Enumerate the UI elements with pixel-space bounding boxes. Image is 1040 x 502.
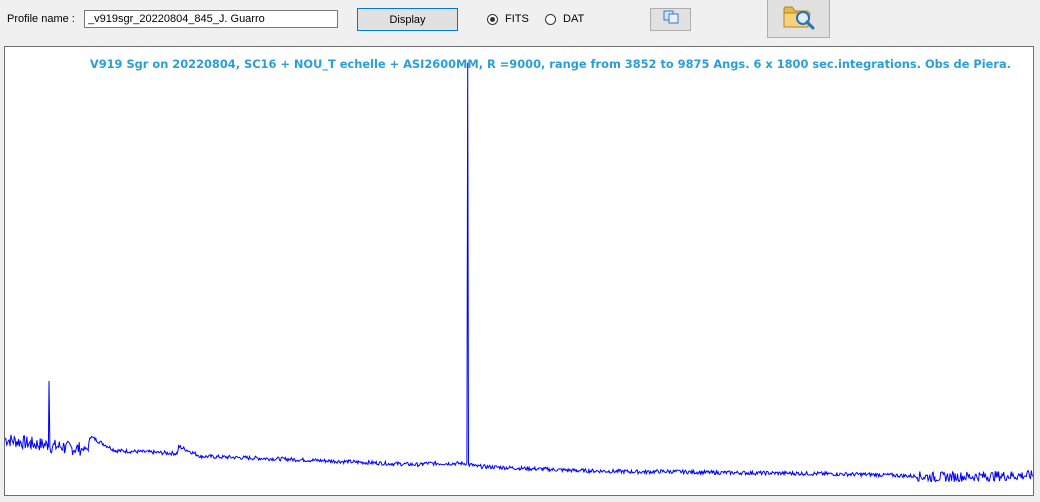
open-file-button[interactable] <box>767 0 830 38</box>
fits-radio[interactable]: FITS <box>487 11 529 27</box>
toolbar: Profile name : Display FITS DAT <box>0 0 1040 44</box>
folder-search-icon <box>782 1 816 36</box>
spectrum-series-0 <box>5 62 1033 483</box>
dat-radio[interactable]: DAT <box>545 11 584 27</box>
copy-button[interactable] <box>650 8 691 31</box>
fits-radio-label: FITS <box>505 13 529 25</box>
display-button[interactable]: Display <box>357 8 458 31</box>
spectrum-chart: V919 Sgr on 20220804, SC16 + NOU_T echel… <box>4 46 1034 496</box>
dat-radio-indicator[interactable] <box>545 13 556 25</box>
fits-radio-indicator[interactable] <box>487 13 498 25</box>
copy-icon <box>662 9 680 30</box>
profile-name-input[interactable] <box>84 10 338 28</box>
dat-radio-label: DAT <box>563 13 585 25</box>
profile-name-label: Profile name : <box>7 13 75 25</box>
spectrum-plot <box>5 62 1033 483</box>
